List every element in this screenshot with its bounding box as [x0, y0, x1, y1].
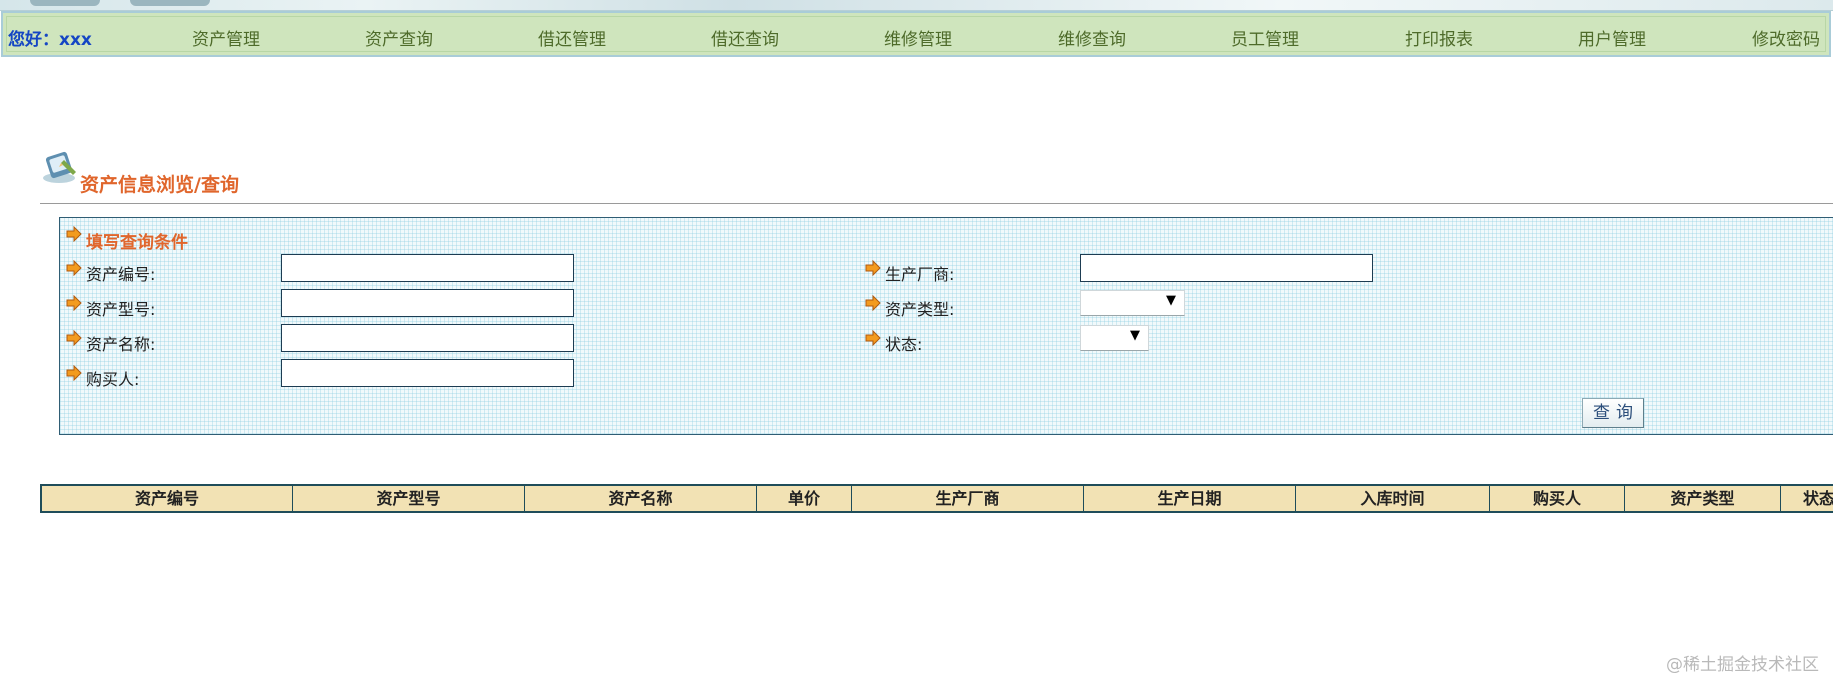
asset-name-input[interactable] [281, 324, 574, 352]
column-header-asset-no[interactable]: 资产编号 [42, 486, 293, 511]
orange-arrow-icon [865, 295, 881, 311]
orange-arrow-icon [66, 260, 82, 276]
column-header-status[interactable]: 状态 [1781, 486, 1833, 511]
asset-model-label: 资产型号: [86, 300, 156, 319]
column-header-asset-name[interactable]: 资产名称 [525, 486, 757, 511]
nav-staff-management[interactable]: 员工管理 [1231, 25, 1299, 50]
asset-name-label: 资产名称: [86, 335, 156, 354]
buyer-label: 购买人: [86, 370, 140, 389]
title-divider [40, 203, 1833, 204]
column-header-buyer[interactable]: 购买人 [1490, 486, 1625, 511]
asset-model-input[interactable] [281, 289, 574, 317]
nav-asset-query[interactable]: 资产查询 [365, 25, 433, 50]
top-banner [0, 0, 1833, 11]
status-label: 状态: [885, 335, 923, 354]
column-header-asset-type[interactable]: 资产类型 [1625, 486, 1781, 511]
status-select[interactable]: ▼ [1080, 325, 1149, 351]
column-header-manufacturer[interactable]: 生产厂商 [852, 486, 1084, 511]
user-greeting: 您好：xxx [8, 30, 92, 50]
column-header-unit-price[interactable]: 单价 [757, 486, 852, 511]
orange-arrow-icon [865, 330, 881, 346]
page-title: 资产信息浏览/查询 [80, 174, 239, 196]
asset-no-label: 资产编号: [86, 265, 156, 284]
nav-repair-management[interactable]: 维修管理 [884, 25, 952, 50]
asset-type-select[interactable]: ▼ [1080, 290, 1185, 316]
nav-change-password[interactable]: 修改密码 [1752, 25, 1820, 50]
asset-no-input[interactable] [281, 254, 574, 282]
query-button[interactable]: 查询 [1582, 398, 1644, 428]
orange-arrow-icon [66, 365, 82, 381]
nav-borrow-management[interactable]: 借还管理 [538, 25, 606, 50]
orange-arrow-icon [66, 226, 82, 242]
query-section-title: 填写查询条件 [86, 233, 188, 253]
nav-user-management[interactable]: 用户管理 [1578, 25, 1646, 50]
buyer-input[interactable] [281, 359, 574, 387]
chevron-down-icon: ▼ [1130, 328, 1140, 343]
results-table-header: 资产编号 资产型号 资产名称 单价 生产厂商 生产日期 入库时间 购买人 资产类… [40, 484, 1833, 513]
nav-print-report[interactable]: 打印报表 [1405, 25, 1473, 50]
orange-arrow-icon [66, 295, 82, 311]
watermark: @稀土掘金技术社区 [1666, 655, 1819, 675]
nav-borrow-query[interactable]: 借还查询 [711, 25, 779, 50]
chevron-down-icon: ▼ [1166, 293, 1176, 308]
manufacturer-input[interactable] [1080, 254, 1373, 282]
asset-type-label: 资产类型: [885, 300, 955, 319]
banner-decoration [30, 0, 100, 6]
nav-asset-management[interactable]: 资产管理 [192, 25, 260, 50]
manufacturer-label: 生产厂商: [885, 265, 955, 284]
asset-browse-icon [43, 151, 76, 183]
column-header-asset-model[interactable]: 资产型号 [293, 486, 525, 511]
orange-arrow-icon [865, 260, 881, 276]
column-header-production-date[interactable]: 生产日期 [1084, 486, 1296, 511]
banner-decoration [130, 0, 210, 6]
nav-repair-query[interactable]: 维修查询 [1058, 25, 1126, 50]
orange-arrow-icon [66, 330, 82, 346]
column-header-storage-time[interactable]: 入库时间 [1296, 486, 1490, 511]
